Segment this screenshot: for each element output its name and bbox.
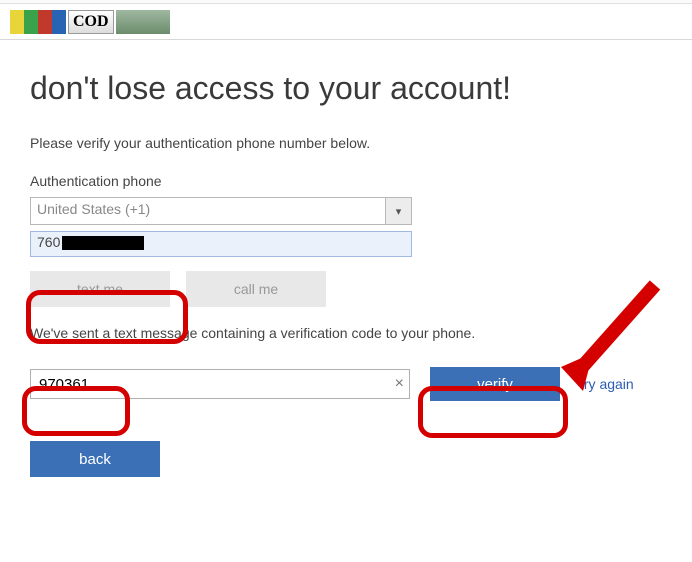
chevron-down-icon: ▾ xyxy=(396,205,402,218)
main-content: don't lose access to your account! Pleas… xyxy=(0,40,692,487)
code-input-wrapper: × xyxy=(30,369,410,399)
logo-bar: COD xyxy=(0,4,692,40)
sent-message: We've sent a text message containing a v… xyxy=(30,325,662,341)
clear-icon[interactable]: × xyxy=(395,375,404,393)
country-selected-value: United States (+1) xyxy=(37,201,150,217)
try-again-link[interactable]: try again xyxy=(580,376,634,392)
back-button[interactable]: back xyxy=(30,441,160,477)
verify-button[interactable]: verify xyxy=(430,367,560,401)
page-title: don't lose access to your account! xyxy=(30,70,662,107)
phone-prefix: 760 xyxy=(37,234,60,250)
logo-swatch xyxy=(10,10,66,34)
send-code-row: text me call me xyxy=(30,271,662,307)
phone-redacted xyxy=(62,236,144,250)
call-me-button[interactable]: call me xyxy=(186,271,326,307)
country-dropdown-button[interactable]: ▾ xyxy=(386,197,412,225)
phone-input[interactable]: 760 xyxy=(30,231,412,257)
instruction-text: Please verify your authentication phone … xyxy=(30,135,662,151)
country-row: United States (+1) ▾ xyxy=(30,197,662,225)
logo-text: COD xyxy=(68,10,114,34)
logo: COD xyxy=(10,8,170,36)
text-me-button[interactable]: text me xyxy=(30,271,170,307)
code-input[interactable] xyxy=(30,369,410,399)
logo-image-icon xyxy=(116,10,170,34)
country-select[interactable]: United States (+1) xyxy=(30,197,386,225)
verify-row: × verify try again xyxy=(30,367,662,401)
auth-phone-label: Authentication phone xyxy=(30,173,662,189)
